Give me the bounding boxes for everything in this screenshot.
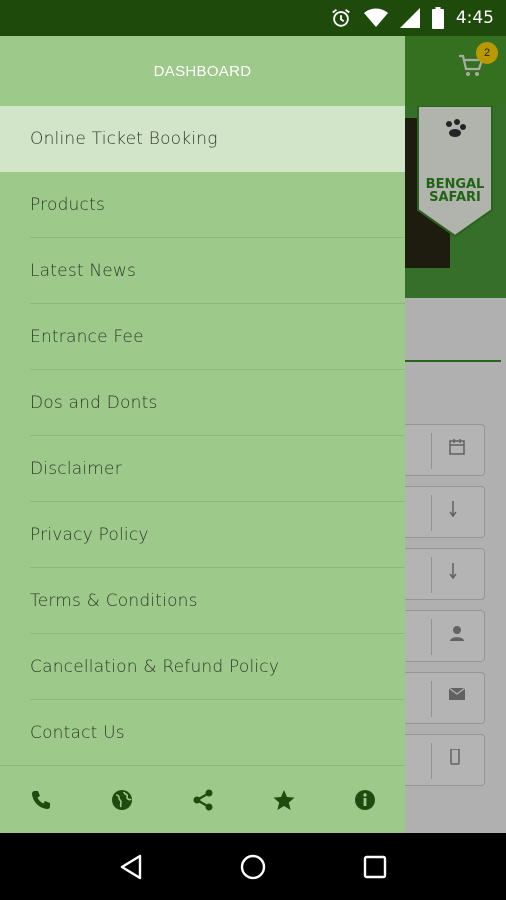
navigation-drawer: DASHBOARD Online Ticket Booking Products… [0,36,405,833]
menu-item-label: Disclaimer [30,459,122,479]
alarm-icon [332,9,350,27]
drawer-header: DASHBOARD [0,36,405,106]
drawer-title: DASHBOARD [153,62,252,80]
menu-item-label: Products [30,195,106,215]
globe-icon [111,789,132,810]
menu-item-label: Cancellation & Refund Policy [30,657,280,677]
menu-item-dos-and-donts[interactable]: Dos and Donts [0,370,405,436]
system-nav-bar [0,833,506,900]
menu-item-cancellation-refund-policy[interactable]: Cancellation & Refund Policy [0,634,405,700]
share-icon [193,789,212,810]
menu-item-label: Online Ticket Booking [30,129,218,149]
recents-square-icon [363,855,387,878]
back-triangle-icon [120,854,142,879]
menu-item-terms-conditions[interactable]: Terms & Conditions [0,568,405,634]
info-icon [354,789,375,810]
about-button[interactable] [324,766,405,833]
menu-item-label: Privacy Policy [30,525,149,545]
menu-item-label: Contact Us [30,723,125,743]
menu-item-contact-us[interactable]: Contact Us [0,700,405,766]
phone-icon [31,790,50,809]
share-button[interactable] [162,766,243,833]
menu-item-latest-news[interactable]: Latest News [0,238,405,304]
drawer-footer [0,765,405,833]
home-button[interactable] [223,837,283,897]
menu-item-entrance-fee[interactable]: Entrance Fee [0,304,405,370]
menu-item-label: Latest News [30,261,137,281]
call-button[interactable] [0,766,81,833]
status-bar: 4:45 [0,0,506,36]
battery-icon [431,7,444,29]
menu-item-disclaimer[interactable]: Disclaimer [0,436,405,502]
menu-item-label: Terms & Conditions [30,591,198,611]
cell-signal-icon [399,8,420,28]
menu-item-label: Entrance Fee [30,327,144,347]
menu-item-privacy-policy[interactable]: Privacy Policy [0,502,405,568]
home-circle-icon [240,854,266,879]
clock: 4:45 [455,8,494,28]
wifi-icon [363,8,388,27]
website-button[interactable] [81,766,162,833]
menu-item-products[interactable]: Products [0,172,405,238]
back-button[interactable] [101,837,161,897]
recents-button[interactable] [345,837,405,897]
menu-item-label: Dos and Donts [30,393,158,413]
star-icon [273,789,294,810]
menu-item-online-ticket-booking[interactable]: Online Ticket Booking [0,106,405,172]
rate-button[interactable] [243,766,324,833]
